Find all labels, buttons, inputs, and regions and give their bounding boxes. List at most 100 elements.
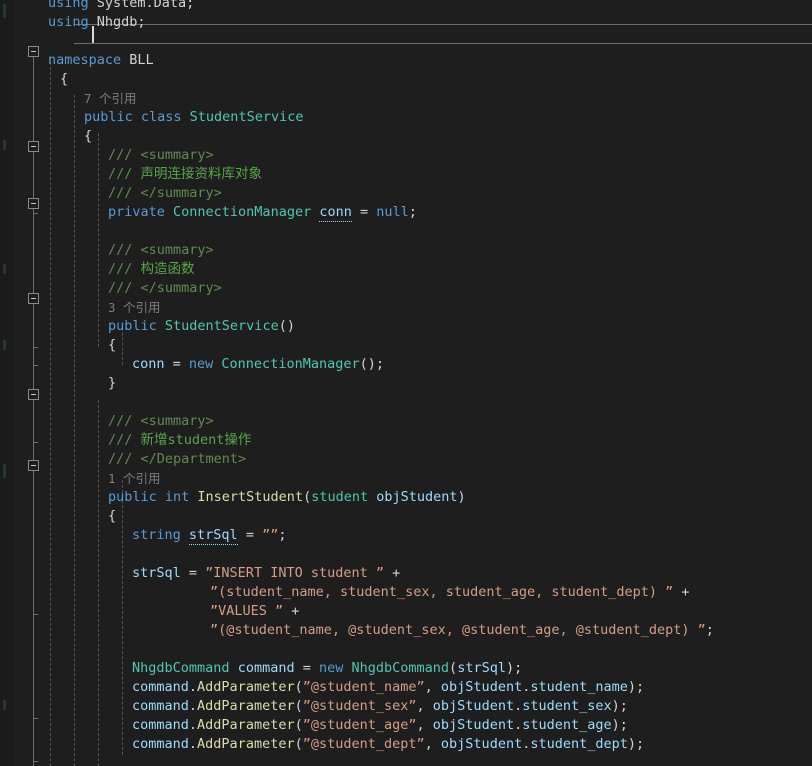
code-line[interactable]: public StudentService() [108, 317, 295, 336]
code-token: ); [611, 698, 628, 714]
outlining-gutter[interactable] [14, 0, 40, 766]
code-token: public class [84, 109, 190, 125]
code-surface[interactable]: using System.Data; using Nhgdb; namespace … [40, 0, 812, 766]
fold-region-end-tick [33, 347, 38, 348]
code-token: /// [108, 242, 141, 258]
code-token: conn [132, 356, 165, 372]
change-mark [3, 464, 6, 478]
code-line[interactable]: public class StudentService [84, 108, 303, 127]
code-line[interactable]: ”(@student_name, @student_sex, @student_… [210, 621, 714, 640]
code-token: ConnectionManager [221, 356, 360, 372]
indent-guide [122, 480, 123, 755]
code-line[interactable]: 3 个引用 [108, 298, 161, 317]
code-token: ); [627, 679, 645, 695]
collapse-toggle-icon[interactable] [28, 141, 39, 152]
code-token: ); [505, 660, 523, 676]
code-token: AddParameter [197, 717, 295, 733]
code-line[interactable]: /// 构造函数 [108, 260, 195, 279]
code-token: ”@student_name” [302, 679, 425, 695]
collapse-toggle-icon[interactable] [28, 389, 39, 400]
code-token: StudentService [164, 318, 279, 334]
code-line[interactable]: ”(student_name, student_sex, student_age… [210, 583, 690, 602]
code-line[interactable]: /// 声明连接资料库对象 [108, 165, 262, 184]
code-token: StudentService [189, 109, 304, 125]
code-token: command [132, 698, 189, 714]
code-token: + [383, 565, 401, 581]
collapse-toggle-icon[interactable] [28, 460, 39, 471]
code-token: strSql [132, 565, 181, 581]
code-line[interactable]: /// </summary> [108, 279, 222, 298]
code-token: ); [627, 736, 645, 752]
code-line[interactable]: using Nhgdb; [48, 13, 146, 32]
code-line[interactable]: { [108, 336, 116, 355]
fold-region-end-tick [33, 213, 38, 214]
fold-region-end-tick [33, 718, 38, 719]
code-token: . [188, 736, 198, 752]
code-token: = [237, 527, 263, 543]
code-line[interactable]: NhgdbCommand command = new NhgdbCommand(… [132, 659, 522, 678]
collapse-toggle-icon[interactable] [28, 46, 39, 57]
code-line[interactable]: { [84, 127, 92, 146]
collapse-toggle-icon[interactable] [28, 198, 39, 209]
code-token: ); [611, 717, 628, 733]
code-token: ”@student_dept” [302, 736, 425, 752]
code-token: string [132, 527, 189, 543]
code-token: ( [294, 679, 303, 695]
code-line[interactable]: /// <summary> [108, 241, 214, 260]
code-token: 3 个引用 [108, 300, 161, 315]
code-token: namespace [48, 52, 130, 68]
code-token: /// [108, 147, 141, 163]
code-line[interactable]: /// <summary> [108, 146, 214, 165]
code-token: + [673, 584, 690, 600]
code-line[interactable]: { [60, 70, 68, 89]
code-token: NhgdbCommand [351, 660, 450, 676]
code-line[interactable]: public int InsertStudent(student objStud… [108, 488, 466, 507]
code-line[interactable]: 7 个引用 [84, 89, 137, 108]
code-line[interactable]: /// </summary> [108, 184, 222, 203]
code-token: , [424, 679, 441, 695]
code-line[interactable]: conn = new ConnectionManager(); [132, 355, 384, 374]
code-token: command [237, 660, 295, 676]
code-line[interactable]: string strSql = ””; [132, 526, 286, 545]
code-token: 新增student操作 [140, 432, 252, 448]
code-token: ”@student_sex” [302, 698, 417, 714]
code-editor[interactable]: using System.Data; using Nhgdb; namespace … [0, 0, 812, 766]
code-line[interactable]: using System.Data; [48, 0, 194, 13]
indent-guide [74, 95, 75, 766]
code-line[interactable]: strSql = ”INSERT INTO student ” + [132, 564, 400, 583]
code-line[interactable]: 1 个引用 [108, 469, 161, 488]
change-tracking-margin [0, 0, 14, 766]
code-token: ”INSERT INTO student ” [205, 565, 384, 581]
code-token: using [48, 14, 97, 30]
code-line[interactable]: private ConnectionManager conn = null; [108, 203, 417, 222]
code-token: objStudent [376, 489, 458, 505]
code-token: student_name [530, 679, 628, 695]
code-line[interactable]: command.AddParameter(”@student_dept”, ob… [132, 735, 644, 754]
code-token: , [424, 736, 441, 752]
code-line[interactable]: /// </Department> [108, 450, 246, 469]
code-token: ”@student_age” [302, 717, 417, 733]
code-token: objStudent [440, 736, 523, 752]
code-token: </summary> [140, 280, 222, 296]
code-token: = [164, 356, 189, 372]
indent-guide [98, 400, 99, 766]
code-token: /// [108, 432, 141, 448]
collapse-toggle-icon[interactable] [28, 293, 39, 304]
code-token: ) [457, 489, 466, 505]
code-token: () [278, 318, 295, 334]
code-line[interactable]: command.AddParameter(”@student_age”, obj… [132, 716, 628, 735]
code-line[interactable]: } [108, 374, 116, 393]
code-line[interactable]: /// 新增student操作 [108, 431, 251, 450]
code-line[interactable]: { [108, 507, 116, 526]
code-token: { [84, 128, 93, 144]
code-line[interactable]: command.AddParameter(”@student_name”, ob… [132, 678, 644, 697]
code-token: ConnectionManager [173, 204, 312, 220]
code-line[interactable]: command.AddParameter(”@student_sex”, obj… [132, 697, 628, 716]
code-token: 构造函数 [140, 261, 195, 277]
code-token: strSql [457, 660, 506, 676]
code-line[interactable]: namespace BLL [48, 51, 154, 70]
code-line[interactable]: /// <summary> [108, 412, 214, 431]
code-token: command [132, 736, 189, 752]
code-line[interactable]: ”VALUES ” + [210, 602, 299, 621]
code-token: , [416, 717, 433, 733]
